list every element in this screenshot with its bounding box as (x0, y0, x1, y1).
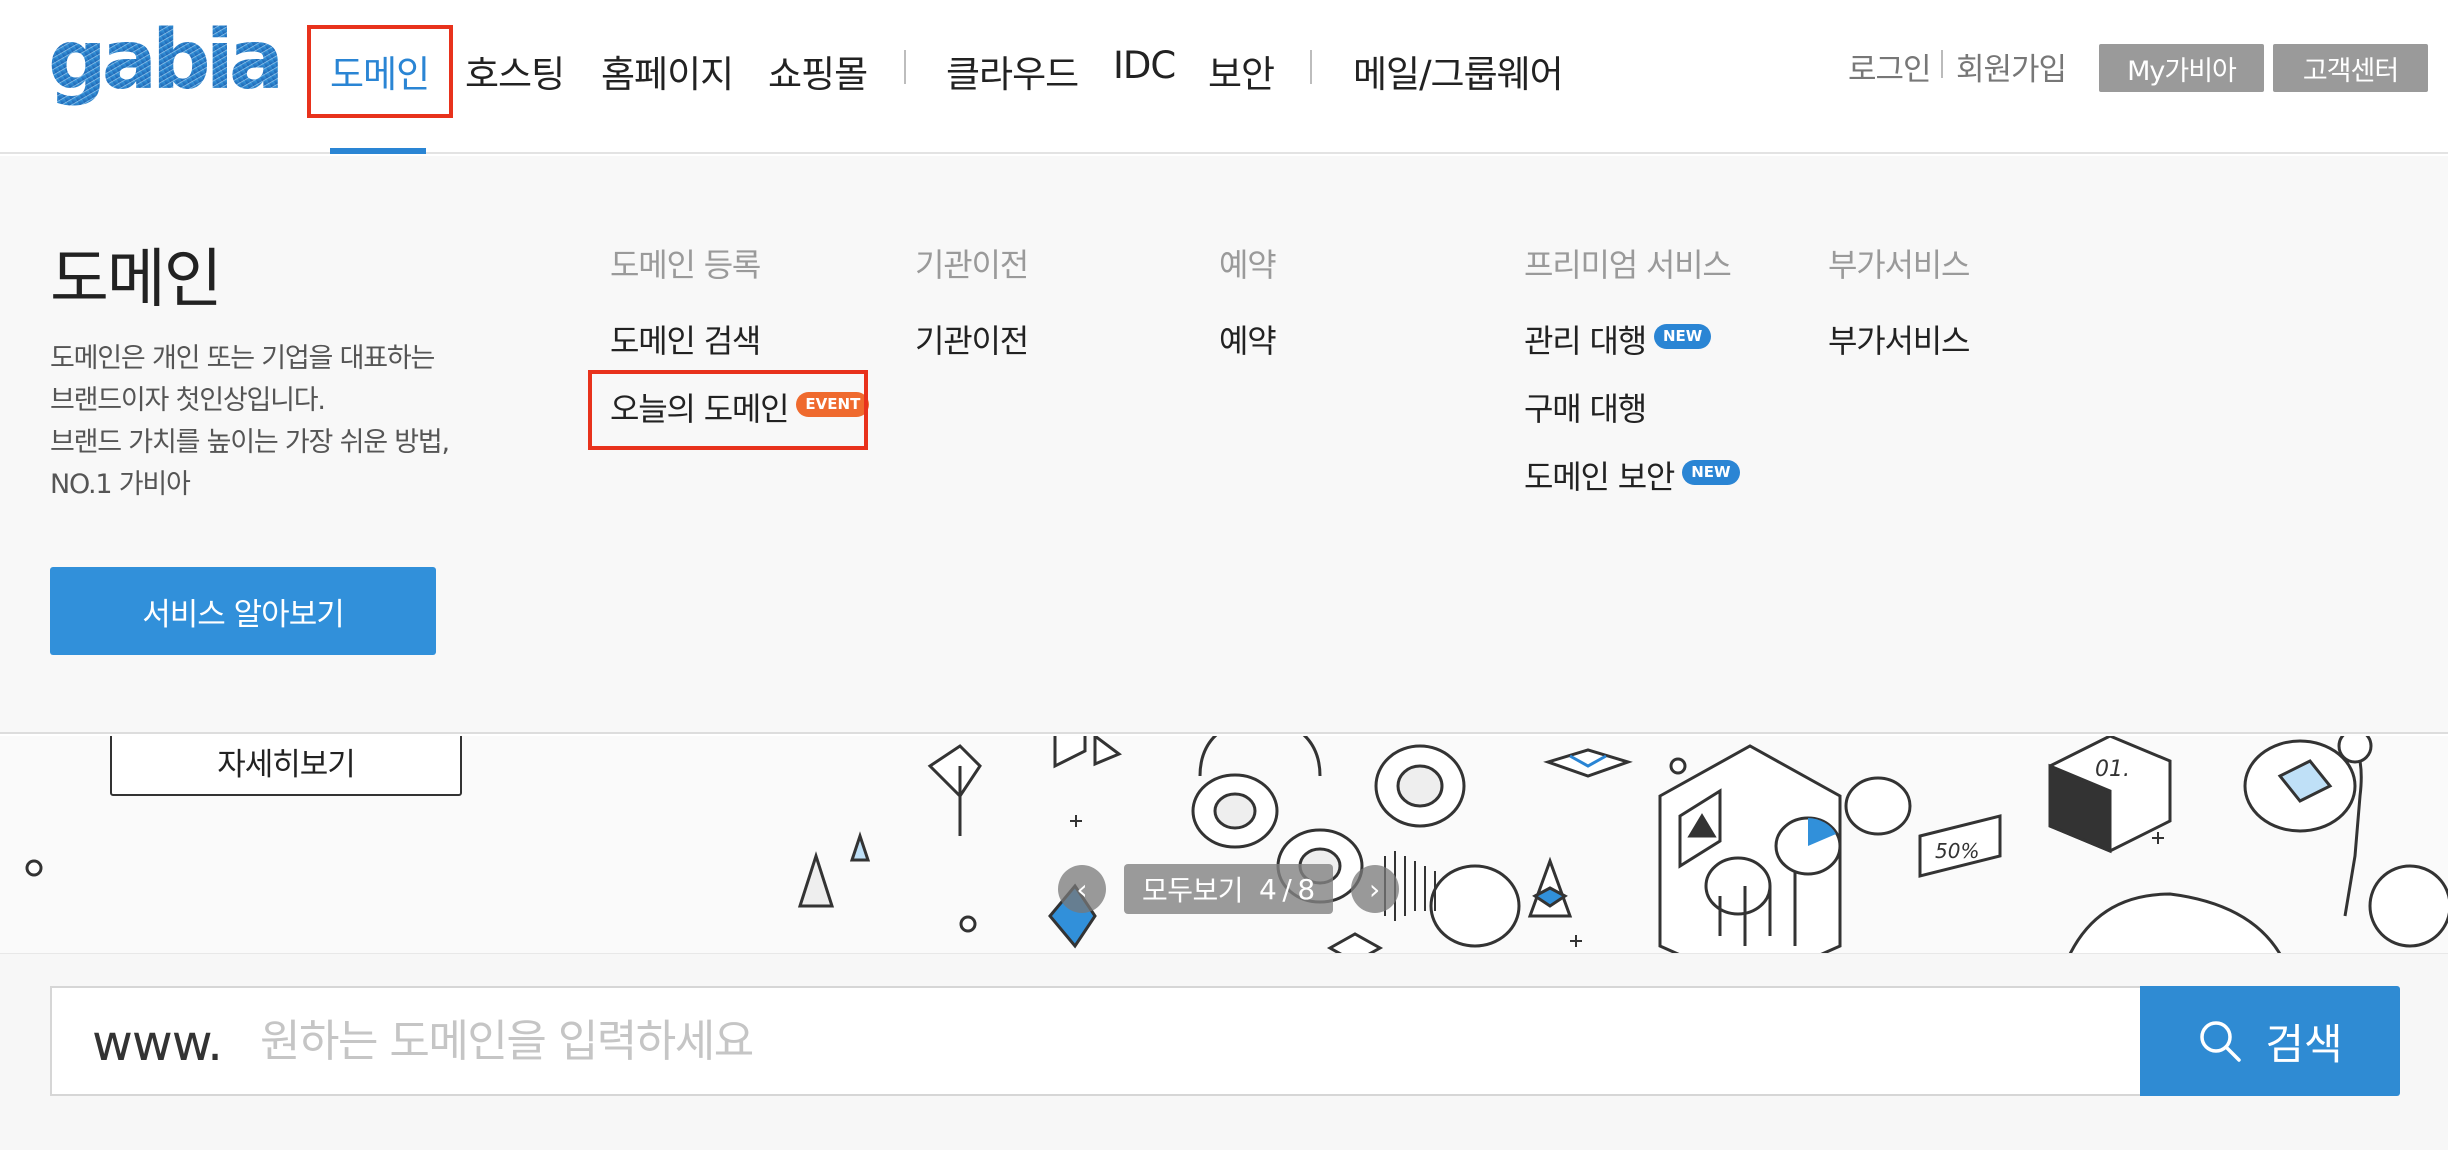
menu-item-label: 기관이전 (915, 322, 1029, 360)
chevron-right-icon: › (1369, 872, 1381, 906)
nav-homepage[interactable]: 홈페이지 (601, 44, 734, 98)
nav-domain[interactable]: 도메인 (330, 44, 430, 98)
new-badge: NEW (1653, 324, 1712, 349)
prev-slide-button[interactable]: ‹ (1058, 865, 1106, 913)
main-banner: 50% 01. 자세히보기 ‹ 모두보기 4 / 8 › (0, 736, 2448, 954)
menu-item-purchase-agency[interactable]: 구매 대행 (1524, 384, 1740, 452)
description-line: 브랜드이자 첫인상입니다. (50, 385, 326, 416)
menu-item-additional-services[interactable]: 부가서비스 (1828, 316, 1970, 384)
menu-item-label: 오늘의 도메인 (610, 390, 790, 428)
slide-separator: / (1282, 872, 1292, 906)
customer-center-button[interactable]: 고객센터 (2273, 44, 2428, 92)
menu-column-reservation: 예약 예약 (1219, 240, 1277, 360)
menu-item-label: 도메인 검색 (610, 322, 761, 360)
nav-divider (1310, 50, 1312, 84)
nav-cloud[interactable]: 클라우드 (946, 44, 1079, 98)
event-badge: EVENT (796, 392, 870, 417)
menu-item-todays-domain[interactable]: 오늘의 도메인 EVENT (610, 384, 870, 452)
svg-text:01.: 01. (2095, 757, 2130, 782)
current-slide: 4 (1259, 872, 1277, 906)
domain-search-input[interactable] (258, 1006, 2118, 1076)
menu-item-label: 부가서비스 (1828, 322, 1970, 360)
column-heading: 부가서비스 (1828, 246, 1970, 284)
column-heading: 예약 (1219, 246, 1277, 284)
total-slides: 8 (1297, 872, 1315, 906)
www-prefix: www. (92, 1014, 223, 1072)
service-overview-button[interactable]: 서비스 알아보기 (50, 567, 436, 655)
menu-column-agency-transfer: 기관이전 기관이전 (915, 240, 1029, 360)
mega-menu-description: 도메인은 개인 또는 기업을 대표하는 브랜드이자 첫인상입니다. 브랜드 가치… (50, 338, 480, 506)
top-header: gabia. 도메인 호스팅 홈페이지 쇼핑몰 클라우드 IDC 보안 메일/그… (0, 0, 2448, 154)
svg-text:gabia.: gabia. (48, 20, 280, 108)
svg-text:50%: 50% (1935, 839, 1979, 863)
view-all-slides-button[interactable]: 모두보기 4 / 8 (1124, 864, 1333, 914)
domain-search-section: www. 검색 (0, 954, 2448, 1150)
menu-item-label: 관리 대행 (1524, 322, 1647, 360)
menu-item-label: 예약 (1219, 322, 1277, 360)
view-all-label: 모두보기 (1142, 874, 1244, 907)
menu-item-label: 구매 대행 (1524, 390, 1647, 428)
menu-column-additional-services: 부가서비스 부가서비스 (1828, 240, 1970, 360)
util-divider (1941, 50, 1943, 78)
description-line: 도메인은 개인 또는 기업을 대표하는 (50, 343, 435, 374)
search-button[interactable]: 검색 (2140, 986, 2400, 1096)
menu-column-premium-service: 프리미엄 서비스 관리 대행 NEW 구매 대행 도메인 보안 NEW (1524, 240, 1740, 496)
nav-mail-groupware[interactable]: 메일/그룹웨어 (1353, 44, 1564, 98)
domain-mega-menu: 도메인 도메인은 개인 또는 기업을 대표하는 브랜드이자 첫인상입니다. 브랜… (0, 156, 2448, 734)
nav-hosting[interactable]: 호스팅 (465, 44, 565, 98)
nav-idc[interactable]: IDC (1113, 44, 1176, 87)
my-gabia-button[interactable]: My가비아 (2099, 44, 2264, 92)
menu-item-label: 도메인 보안 (1524, 458, 1675, 496)
domain-search-box: www. (50, 986, 2140, 1096)
nav-shoppingmall[interactable]: 쇼핑몰 (768, 44, 868, 98)
login-link[interactable]: 로그인 (1848, 44, 1932, 89)
mega-menu-title: 도메인 (50, 243, 223, 317)
column-heading: 기관이전 (915, 246, 1029, 284)
menu-item-domain-search[interactable]: 도메인 검색 (610, 316, 869, 384)
nav-security[interactable]: 보안 (1208, 44, 1275, 98)
banner-pager: ‹ 모두보기 4 / 8 › (1058, 864, 1399, 914)
next-slide-button[interactable]: › (1350, 865, 1399, 913)
signup-link[interactable]: 회원가입 (1956, 44, 2067, 89)
search-button-label: 검색 (2265, 1019, 2343, 1069)
nav-divider (904, 50, 906, 84)
search-icon (2200, 1021, 2242, 1062)
view-details-button[interactable]: 자세히보기 (110, 736, 462, 796)
menu-item-agency-transfer[interactable]: 기관이전 (915, 316, 1029, 384)
chevron-left-icon: ‹ (1076, 872, 1088, 906)
menu-item-management-agency[interactable]: 관리 대행 NEW (1524, 316, 1740, 384)
active-nav-underline (330, 148, 426, 154)
column-heading: 도메인 등록 (610, 246, 761, 284)
column-heading: 프리미엄 서비스 (1524, 246, 1732, 284)
description-line: NO.1 가비아 (50, 469, 191, 500)
menu-column-domain-registration: 도메인 등록 도메인 검색 오늘의 도메인 EVENT (610, 240, 870, 428)
new-badge: NEW (1682, 460, 1740, 485)
gabia-logo[interactable]: gabia. (48, 20, 280, 116)
description-line: 브랜드 가치를 높이는 가장 쉬운 방법, (50, 427, 450, 458)
menu-item-domain-security[interactable]: 도메인 보안 NEW (1524, 452, 1740, 520)
menu-item-reservation[interactable]: 예약 (1219, 316, 1277, 384)
